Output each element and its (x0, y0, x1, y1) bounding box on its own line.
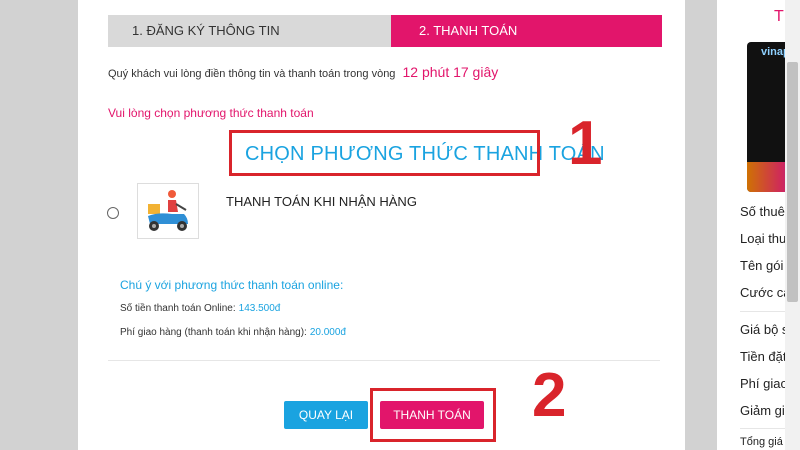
shipping-fee-value: 20.000đ (309, 327, 346, 338)
checkout-steps: 1. ĐĂNG KÝ THÔNG TIN 2. THANH TOÁN (108, 15, 662, 47)
timer-notice: Quý khách vui lòng điền thông tin và tha… (108, 64, 498, 80)
divider (108, 360, 660, 361)
step-register-info[interactable]: 1. ĐĂNG KÝ THÔNG TIN (108, 15, 408, 47)
online-amount-label: Số tiền thanh toán Online: (120, 303, 236, 314)
highlight-box-2 (370, 388, 496, 442)
delivery-scooter-icon[interactable] (137, 183, 199, 239)
shipping-fee-label: Phí giao hàng (thanh toán khi nhận hàng)… (120, 327, 307, 338)
cod-radio[interactable] (107, 207, 119, 219)
highlight-box-1 (229, 130, 540, 176)
scrollbar-thumb[interactable] (787, 62, 798, 302)
annotation-marker-2: 2 (532, 361, 567, 430)
shipping-fee-row: Phí giao hàng (thanh toán khi nhận hàng)… (120, 327, 346, 338)
timer-text: Quý khách vui lòng điền thông tin và tha… (108, 68, 396, 80)
payment-hint: Vui lòng chọn phương thức thanh toán (108, 106, 314, 120)
step-payment[interactable]: 2. THANH TOÁN (391, 15, 662, 47)
online-amount-value: 143.500đ (238, 303, 281, 314)
online-amount-row: Số tiền thanh toán Online: 143.500đ (120, 303, 280, 314)
online-note-title: Chú ý với phương thức thanh toán online: (120, 278, 344, 292)
back-button[interactable]: QUAY LẠI (284, 401, 368, 429)
annotation-marker-1: 1 (568, 109, 603, 178)
cod-label[interactable]: THANH TOÁN KHI NHẬN HÀNG (226, 194, 417, 209)
summary-row-total: Tổng giá (740, 436, 783, 448)
countdown-time: 12 phút 17 giây (402, 64, 499, 80)
